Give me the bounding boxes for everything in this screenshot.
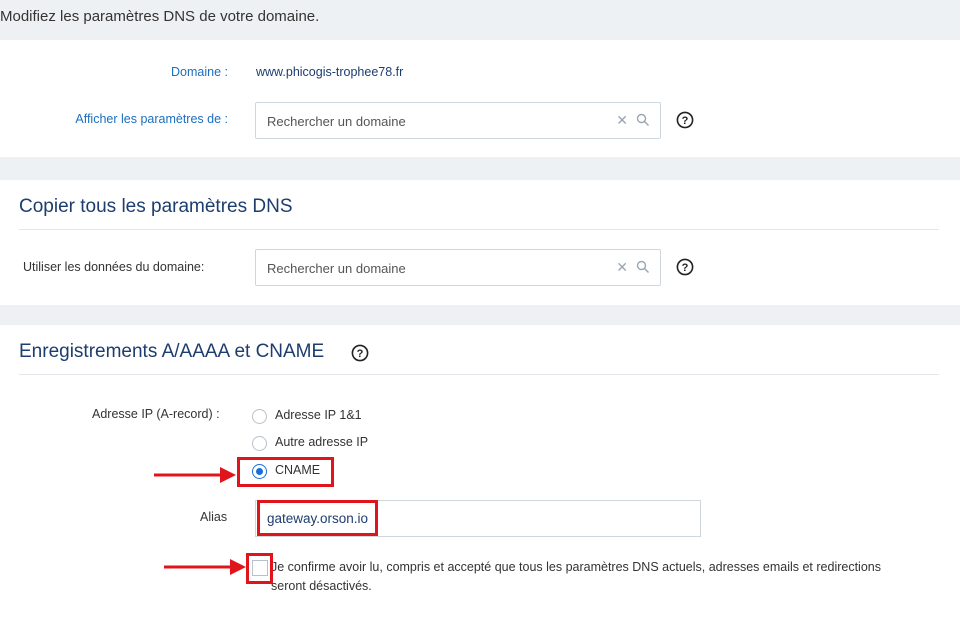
arrow-right-icon <box>164 559 246 575</box>
alias-label: Alias <box>200 510 228 524</box>
svg-text:?: ? <box>682 115 689 127</box>
use-data-label: Utiliser les données du domaine: <box>23 260 205 274</box>
help-icon[interactable]: ? <box>676 258 694 276</box>
domain-search-input[interactable]: Rechercher un domaine ✕ <box>255 102 661 139</box>
clear-icon[interactable]: ✕ <box>616 259 628 276</box>
radio-other-ip[interactable] <box>252 436 267 451</box>
svg-text:?: ? <box>682 262 689 274</box>
search-icon[interactable] <box>636 260 650 274</box>
cname-highlight <box>237 457 334 487</box>
domain-card: Domaine : www.phicogis-trophee78.fr Affi… <box>0 40 960 157</box>
radio-other-ip-label: Autre adresse IP <box>275 435 369 449</box>
copy-domain-search-input[interactable]: Rechercher un domaine ✕ <box>255 249 661 286</box>
radio-ip-1and1[interactable] <box>252 409 267 424</box>
domain-label: Domaine : <box>171 65 228 79</box>
radio-ip-1and1-label: Adresse IP 1&1 <box>275 408 362 422</box>
divider <box>19 229 939 230</box>
divider <box>19 374 939 375</box>
svg-text:?: ? <box>357 348 364 360</box>
show-settings-label: Afficher les paramètres de : <box>75 112 228 126</box>
alias-highlight <box>257 500 378 536</box>
copy-dns-card: Copier tous les paramètres DNS Utiliser … <box>0 180 960 305</box>
page-title: Modifiez les paramètres DNS de votre dom… <box>0 8 320 25</box>
search-icon[interactable] <box>636 113 650 127</box>
checkbox-highlight <box>246 553 273 584</box>
search-placeholder: Rechercher un domaine <box>267 261 406 276</box>
confirm-text: Je confirme avoir lu, compris et accepté… <box>271 560 881 593</box>
arrow-right-icon <box>154 467 236 483</box>
domain-value: www.phicogis-trophee78.fr <box>256 65 404 79</box>
help-icon[interactable]: ? <box>351 344 369 362</box>
clear-icon[interactable]: ✕ <box>616 112 628 129</box>
ip-label: Adresse IP (A-record) : <box>92 407 220 421</box>
help-icon[interactable]: ? <box>676 111 694 129</box>
search-placeholder: Rechercher un domaine <box>267 114 406 129</box>
records-section-title: Enregistrements A/AAAA et CNAME <box>19 341 325 362</box>
copy-section-title: Copier tous les paramètres DNS <box>19 196 293 217</box>
